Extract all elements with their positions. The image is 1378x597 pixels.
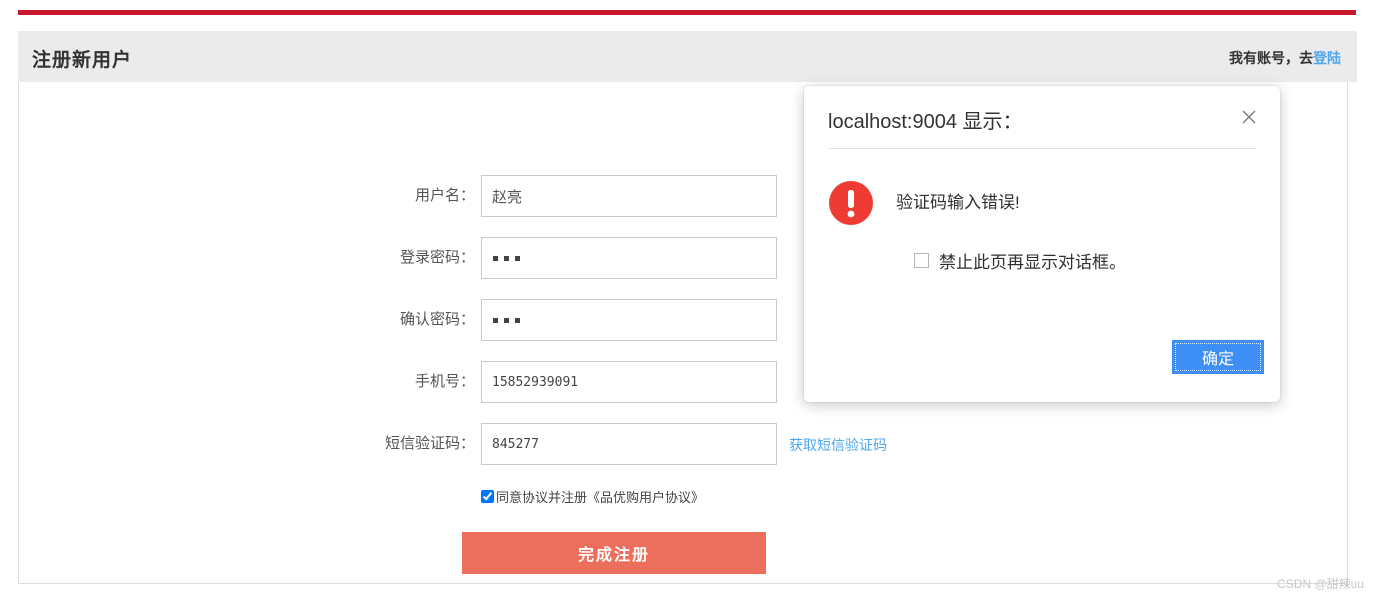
label-password: 登录密码： — [335, 237, 475, 279]
password-input[interactable] — [481, 237, 777, 279]
confirm-password-input[interactable] — [481, 299, 777, 341]
dialog-footer: 确定 — [804, 330, 1280, 402]
dialog-body: 验证码输入错误! 禁止此页再显示对话框。 — [804, 148, 1280, 330]
exclamation-circle-icon — [828, 180, 874, 226]
label-phone: 手机号： — [335, 361, 475, 403]
alert-message: 验证码输入错误! — [896, 180, 1020, 226]
username-input[interactable] — [481, 175, 777, 217]
have-account-label: 我有账号，去 — [1229, 50, 1313, 66]
suppress-dialog-checkbox[interactable] — [914, 253, 929, 268]
close-icon[interactable] — [1240, 108, 1258, 126]
password-dot — [515, 256, 520, 261]
password-dot — [515, 318, 520, 323]
password-dot — [504, 318, 509, 323]
suppress-dialog-label: 禁止此页再显示对话框。 — [939, 248, 1126, 273]
top-accent-rule — [18, 10, 1356, 15]
page-title: 注册新用户 — [32, 45, 132, 72]
dialog-ok-label: 确定 — [1202, 345, 1234, 369]
password-dot — [493, 318, 498, 323]
phone-input[interactable] — [481, 361, 777, 403]
have-account-area: 我有账号，去登陆 — [1229, 48, 1341, 68]
label-confirm-password: 确认密码： — [335, 299, 475, 341]
label-sms-code: 短信验证码： — [335, 423, 475, 465]
sms-code-input[interactable] — [481, 423, 777, 465]
alert-dialog: localhost:9004 显示： 验证码输入错误! — [804, 86, 1280, 402]
agreement-label: 同意协议并注册《品优购用户协议》 — [496, 487, 704, 506]
suppress-dialog-row[interactable]: 禁止此页再显示对话框。 — [914, 248, 1126, 273]
watermark: CSDN @甜辣uu — [1277, 575, 1364, 592]
get-sms-code-link[interactable]: 获取短信验证码 — [789, 435, 887, 455]
dialog-header: localhost:9004 显示： — [804, 86, 1280, 148]
page-root: 注册新用户 我有账号，去登陆 用户名： 登录密码： — [0, 0, 1378, 597]
agreement-row[interactable]: 同意协议并注册《品优购用户协议》 — [481, 487, 704, 506]
agreement-checkbox[interactable] — [481, 490, 494, 503]
panel-header: 注册新用户 我有账号，去登陆 — [18, 31, 1357, 82]
submit-register-button[interactable]: 完成注册 — [462, 532, 766, 574]
label-username: 用户名： — [335, 175, 475, 217]
password-dot — [504, 256, 509, 261]
password-dot — [493, 256, 498, 261]
dialog-ok-button[interactable]: 确定 — [1172, 340, 1264, 374]
login-link[interactable]: 登陆 — [1313, 50, 1341, 66]
alert-message-row: 验证码输入错误! — [828, 180, 1256, 226]
dialog-title: localhost:9004 显示： — [828, 105, 1023, 134]
